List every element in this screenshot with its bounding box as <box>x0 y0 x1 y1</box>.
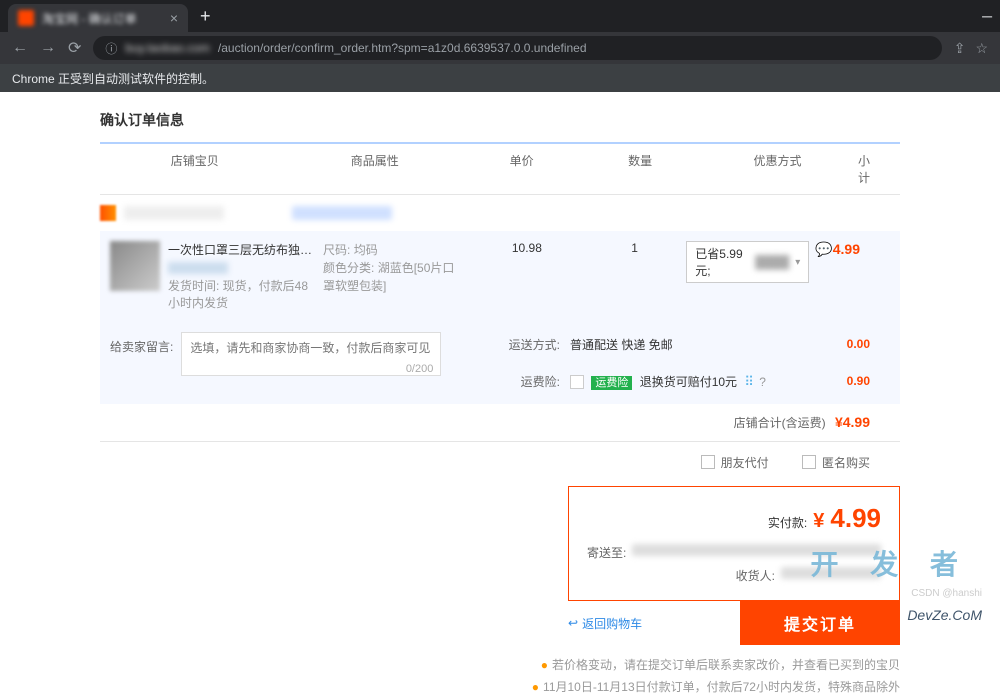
back-arrow-icon: ↩ <box>568 616 578 630</box>
site-info-icon[interactable]: ⓘ <box>105 40 117 57</box>
footer-notes: ● 若价格变动，请在提交订单后联系卖家改价，并查看已买到的宝贝 ● 11月10日-1… <box>100 655 900 698</box>
shop-header-row <box>100 195 900 231</box>
automation-notice-text: Chrome 正受到自动测试软件的控制。 <box>12 70 214 87</box>
browser-tab-strip: 淘宝网 - 确认订单 × + ─ <box>0 0 1000 32</box>
product-quantity: 1 <box>583 241 686 312</box>
url-host: buy.taobao.com <box>125 41 210 55</box>
bookmark-star-icon[interactable]: ☆ <box>975 40 988 57</box>
address-value <box>632 544 881 556</box>
shop-total-row: 店铺合计(含运费) ¥4.99 <box>100 404 900 442</box>
tab-title: 淘宝网 - 确认订单 <box>42 10 162 27</box>
insurance-help-icon[interactable]: ? <box>759 375 766 389</box>
receiver-label: 收货人: <box>736 567 775 584</box>
tab-close-icon[interactable]: × <box>170 10 178 26</box>
header-price: 单价 <box>460 152 583 186</box>
chat-icon[interactable]: 💬 <box>815 241 832 258</box>
actions-row: ↩ 返回购物车 提交订单 <box>100 601 900 645</box>
shipping-insurance-value: 运费险 退换货可赔付10元 ⠿ ? <box>570 373 830 390</box>
submit-order-button[interactable]: 提交订单 <box>740 601 900 645</box>
attr-color-label: 颜色分类: <box>323 261 374 275</box>
chevron-down-icon: ▾ <box>795 257 800 268</box>
anonymous-label: 匿名购买 <box>822 454 870 471</box>
back-to-cart-label: 返回购物车 <box>582 615 642 632</box>
friend-pay-option[interactable]: 朋友代付 <box>701 454 769 471</box>
tab-favicon <box>18 10 34 26</box>
product-shop-badge <box>168 262 228 274</box>
final-payment-label: 实付款: <box>768 514 807 531</box>
automation-notice: Chrome 正受到自动测试软件的控制。 <box>0 64 1000 92</box>
shop-total-value: ¥4.99 <box>835 414 870 430</box>
anonymous-option[interactable]: 匿名购买 <box>802 454 870 471</box>
shop-name[interactable] <box>124 206 224 220</box>
page-content: 确认订单信息 店铺宝贝 商品属性 单价 数量 优惠方式 小计 一次性口罩三层无纺… <box>0 92 1000 698</box>
friend-pay-checkbox[interactable] <box>701 455 715 469</box>
lower-section: 给卖家留言: 0/200 运送方式: 普通配送 快递 免邮 0.00 运费险: … <box>100 322 900 404</box>
nav-back-icon[interactable]: ← <box>12 39 28 57</box>
product-info: 一次性口罩三层无纺布独立包装... 发货时间: 现货，付款后48小时内发货 <box>168 241 313 312</box>
browser-tab[interactable]: 淘宝网 - 确认订单 × <box>8 4 188 32</box>
shipping-method-label: 运送方式: <box>490 336 560 353</box>
friend-pay-label: 朋友代付 <box>721 454 769 471</box>
confirm-order-title: 确认订单信息 <box>100 110 900 130</box>
header-discount: 优惠方式 <box>697 152 858 186</box>
seller-message-wrap: 给卖家留言: 0/200 <box>110 332 441 394</box>
receiver-value <box>781 567 881 579</box>
insurance-checkbox[interactable] <box>570 375 584 389</box>
shipping-method-value: 普通配送 快递 免邮 <box>570 336 830 353</box>
attr-size-value: 均码 <box>354 243 378 257</box>
seller-message-input[interactable] <box>181 332 441 376</box>
share-icon[interactable]: ⇪ <box>954 40 966 57</box>
product-subtotal: 4.99 <box>833 241 890 312</box>
header-shop: 店铺宝贝 <box>100 152 290 186</box>
url-bar[interactable]: ⓘ buy.taobao.com /auction/order/confirm_… <box>93 36 941 60</box>
seller-message-counter: 0/200 <box>406 363 434 375</box>
product-title[interactable]: 一次性口罩三层无纺布独立包装... <box>168 241 313 258</box>
shipping-insurance-price: 0.90 <box>830 374 890 388</box>
header-qty: 数量 <box>583 152 697 186</box>
product-ship-note: 发货时间: 现货，付款后48小时内发货 <box>168 278 313 312</box>
discount-detail-blur: ████ <box>755 255 789 269</box>
discount-text: 已省5.99元; <box>695 245 749 279</box>
purchase-options: 朋友代付 匿名购买 <box>100 442 900 481</box>
final-amount: 4.99 <box>830 503 881 534</box>
anonymous-checkbox[interactable] <box>802 455 816 469</box>
product-discount: 已省5.99元; ████ ▾ 💬 <box>686 241 832 312</box>
note-price-change: 若价格变动，请在提交订单后联系卖家改价，并查看已买到的宝贝 <box>552 658 900 672</box>
back-to-cart-link[interactable]: ↩ 返回购物车 <box>568 615 642 632</box>
nav-forward-icon[interactable]: → <box>40 39 56 57</box>
final-currency: ¥ <box>813 510 824 533</box>
product-unit-price: 10.98 <box>471 241 583 312</box>
note-bullet-icon: ● <box>541 658 548 672</box>
shop-total-label: 店铺合计(含运费) <box>734 416 826 430</box>
address-label: 寄送至: <box>587 544 626 561</box>
browser-nav-bar: ← → ⟳ ⓘ buy.taobao.com /auction/order/co… <box>0 32 1000 64</box>
shop-logo-icon <box>100 205 116 221</box>
insurance-badge: 运费险 <box>591 376 632 390</box>
product-attributes: 尺码: 均码 颜色分类: 湖蓝色[50片口罩软塑包装] <box>313 241 471 312</box>
header-subtotal: 小计 <box>858 152 900 186</box>
insurance-info-icon[interactable]: ⠿ <box>744 374 754 389</box>
window-minimize-icon[interactable]: ─ <box>982 8 992 24</box>
note-bullet-icon: ● <box>532 680 539 694</box>
product-row: 一次性口罩三层无纺布独立包装... 发货时间: 现货，付款后48小时内发货 尺码… <box>100 231 900 322</box>
seller-message-label: 给卖家留言: <box>110 332 173 355</box>
column-headers: 店铺宝贝 商品属性 单价 数量 优惠方式 小计 <box>100 142 900 195</box>
note-delivery: 11月10日-11月13日付款订单，付款后72小时内发货，特殊商品除外 <box>543 680 900 694</box>
shop-extra-badge <box>292 206 392 220</box>
shipping-column: 运送方式: 普通配送 快递 免邮 0.00 运费险: 运费险 退换货可赔付10元… <box>490 332 890 394</box>
shipping-method-price: 0.00 <box>830 337 890 351</box>
url-path: /auction/order/confirm_order.htm?spm=a1z… <box>218 41 587 55</box>
header-attr: 商品属性 <box>290 152 461 186</box>
attr-size-label: 尺码: <box>323 243 350 257</box>
shipping-insurance-label: 运费险: <box>490 373 560 390</box>
insurance-text: 退换货可赔付10元 <box>640 375 737 389</box>
discount-select[interactable]: 已省5.99元; ████ ▾ <box>686 241 809 283</box>
product-thumbnail[interactable] <box>110 241 160 291</box>
final-payment-box: 实付款: ¥ 4.99 寄送至: 收货人: <box>568 486 900 601</box>
new-tab-button[interactable]: + <box>200 6 211 27</box>
nav-reload-icon[interactable]: ⟳ <box>68 38 81 58</box>
